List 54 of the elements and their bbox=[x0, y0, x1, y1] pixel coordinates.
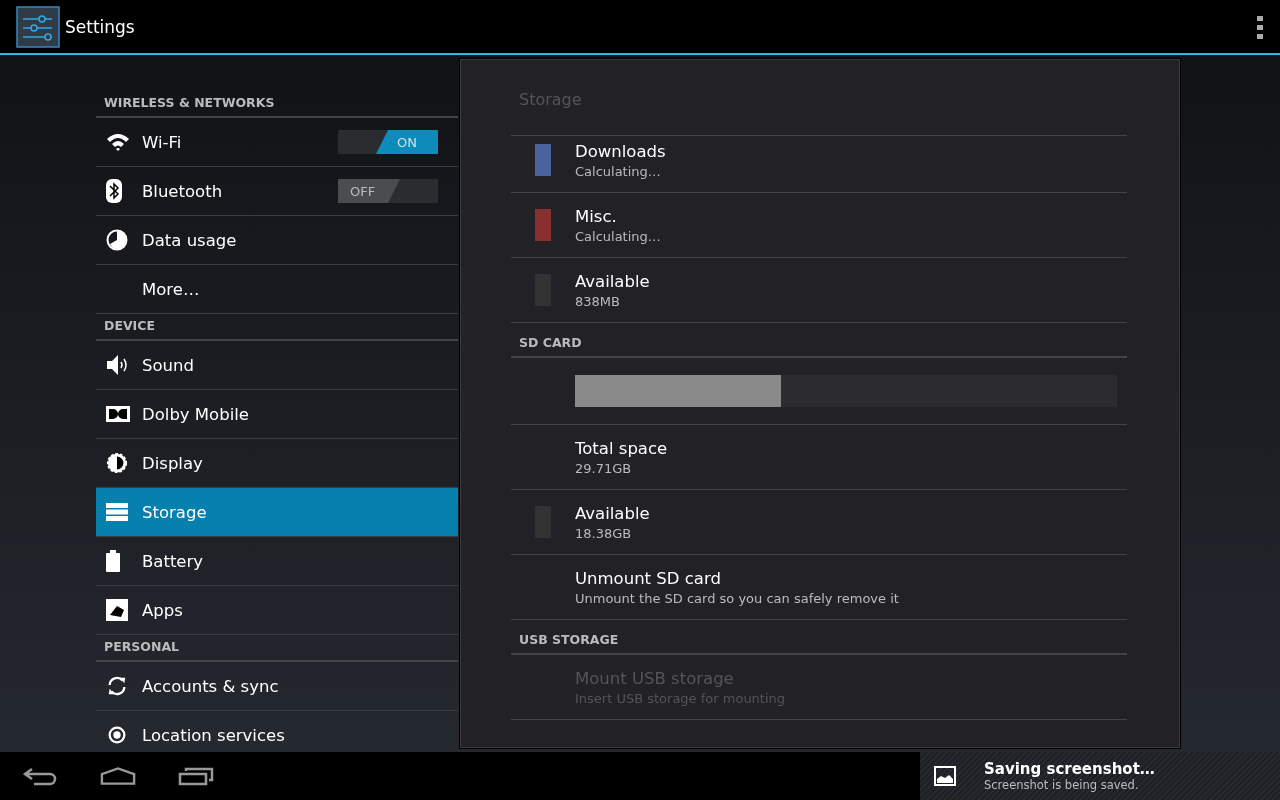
section-header: DEVICE bbox=[96, 318, 458, 341]
row-title: Total space bbox=[575, 438, 668, 458]
overflow-menu-icon[interactable] bbox=[1256, 14, 1264, 39]
section-header: USB STORAGE bbox=[511, 620, 1127, 655]
double-d-icon bbox=[106, 406, 130, 422]
row-title: Unmount SD card bbox=[575, 568, 722, 588]
preference-row[interactable]: Available 838MB bbox=[511, 258, 1127, 323]
row-summary: Calculating… bbox=[575, 228, 661, 244]
settings-icon[interactable] bbox=[16, 5, 60, 48]
settings-item[interactable]: Accounts & sync bbox=[96, 662, 458, 711]
row-title: Misc. bbox=[575, 206, 618, 226]
settings-item[interactable]: Apps bbox=[96, 586, 458, 635]
preference-row[interactable]: Downloads Calculating… bbox=[511, 136, 1127, 193]
notification[interactable]: Saving screenshot… Screenshot is being saved. bbox=[920, 752, 1280, 800]
section-header: WIRELESS & NETWORKS bbox=[96, 95, 458, 118]
row-summary: Calculating… bbox=[575, 163, 662, 179]
battery-icon bbox=[106, 550, 120, 572]
app-title: Settings bbox=[65, 16, 136, 37]
image-icon bbox=[934, 766, 956, 786]
preference-row[interactable]: Unmount SD card Unmount the SD card so you can safely remove it bbox=[511, 555, 1127, 620]
settings-item[interactable]: Bluetooth OFF bbox=[96, 167, 458, 216]
storage-icon bbox=[106, 503, 128, 521]
bluetooth-icon bbox=[106, 179, 122, 203]
settings-item[interactable]: More… bbox=[96, 265, 458, 314]
section-header: SD CARD bbox=[511, 323, 1127, 358]
sync-icon bbox=[106, 675, 128, 697]
preference-row[interactable]: Misc. Calculating… bbox=[511, 193, 1127, 258]
row-summary: Unmount the SD card so you can safely remove it bbox=[575, 590, 899, 606]
toggle-switch[interactable]: OFF bbox=[338, 179, 438, 203]
row-title: Available bbox=[575, 503, 650, 523]
settings-item[interactable]: Wi-Fi ON bbox=[96, 118, 458, 167]
settings-item[interactable]: Sound bbox=[96, 341, 458, 390]
row-title: Available bbox=[575, 271, 650, 291]
notification-title: Saving screenshot… bbox=[984, 760, 1155, 778]
location-icon bbox=[106, 724, 128, 746]
settings-item[interactable]: Battery bbox=[96, 537, 458, 586]
row-title: Downloads bbox=[575, 141, 666, 161]
speaker-icon bbox=[106, 354, 130, 376]
row-summary: 18.38GB bbox=[575, 525, 633, 541]
preference-row[interactable]: Available 18.38GB bbox=[511, 490, 1127, 555]
wifi-icon bbox=[106, 132, 130, 152]
row-summary: 29.71GB bbox=[575, 460, 633, 476]
preference-row[interactable]: Total space 29.71GB bbox=[511, 425, 1127, 490]
section-header: PERSONAL bbox=[96, 639, 458, 662]
home-icon[interactable] bbox=[100, 766, 136, 786]
back-icon[interactable] bbox=[22, 766, 58, 786]
settings-item[interactable]: Data usage bbox=[96, 216, 458, 265]
settings-item[interactable]: Dolby Mobile bbox=[96, 390, 458, 439]
settings-item[interactable]: Storage bbox=[96, 488, 458, 537]
pie-chart-icon bbox=[106, 229, 128, 251]
recent-apps-icon[interactable] bbox=[178, 766, 214, 786]
row-summary: 838MB bbox=[575, 293, 621, 309]
notification-text: Screenshot is being saved. bbox=[984, 778, 1140, 792]
brightness-icon bbox=[106, 452, 128, 474]
